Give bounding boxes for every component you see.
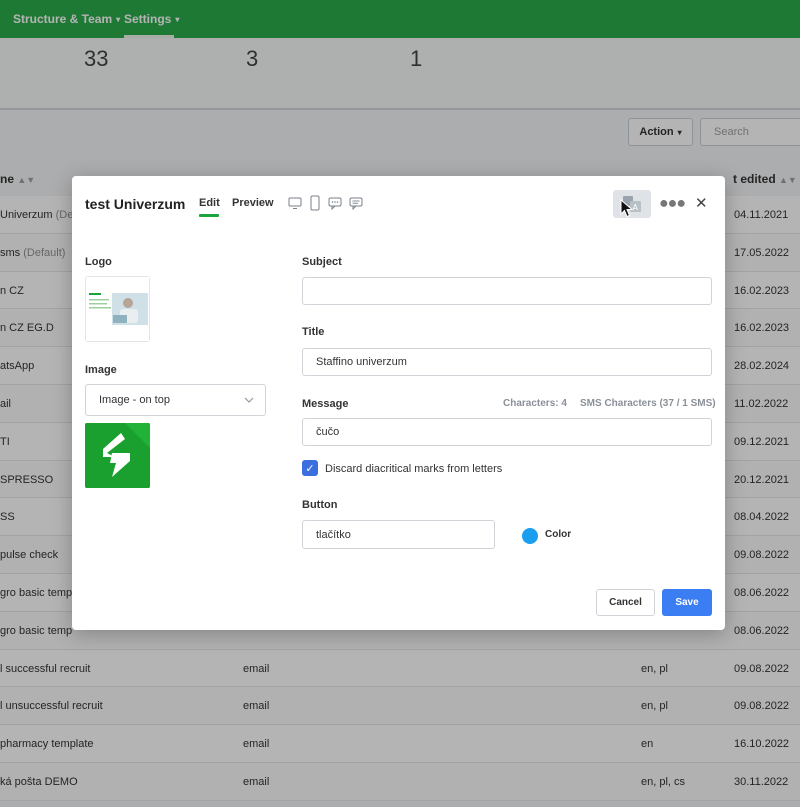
desktop-icon[interactable] — [288, 197, 302, 210]
more-options-icon[interactable]: ●●● — [659, 195, 686, 213]
color-swatch[interactable] — [522, 528, 538, 544]
button-text-value: tlačítko — [316, 528, 351, 541]
mouse-cursor-icon — [620, 199, 634, 218]
button-text-input[interactable]: tlačítko — [302, 520, 495, 549]
logo-preview-image — [86, 277, 149, 341]
title-label: Title — [302, 326, 325, 338]
tab-edit[interactable]: Edit — [199, 197, 220, 209]
tab-preview[interactable]: Preview — [232, 197, 274, 209]
color-label[interactable]: Color — [545, 529, 571, 540]
logo-thumbnail[interactable] — [85, 276, 150, 342]
checkmark-icon: ✓ — [305, 462, 315, 475]
staffino-logo-image — [85, 423, 150, 488]
title-value: Staffino univerzum — [316, 356, 407, 368]
sms-characters-counter: SMS Characters (37 / 1 SMS) — [580, 398, 716, 409]
message-input[interactable]: čučo — [302, 418, 712, 446]
image-thumbnail[interactable] — [85, 423, 150, 488]
mobile-icon[interactable] — [310, 195, 320, 211]
discard-diacritics-checkbox[interactable]: ✓ — [302, 460, 318, 476]
close-icon[interactable]: ✕ — [695, 194, 708, 212]
characters-counter: Characters: 4 — [503, 398, 567, 409]
active-tab-indicator — [199, 214, 219, 217]
button-label: Button — [302, 499, 338, 511]
chat-message-icon[interactable] — [349, 197, 363, 210]
cancel-button[interactable]: Cancel — [596, 589, 655, 616]
sms-bubble-icon[interactable] — [328, 197, 342, 210]
image-label: Image — [85, 364, 117, 376]
logo-label: Logo — [85, 256, 112, 268]
edit-template-modal: test Univerzum Edit Preview A ●●● ✕ Logo — [72, 176, 725, 630]
message-value: čučo — [316, 426, 340, 438]
discard-diacritics-label[interactable]: Discard diacritical marks from letters — [325, 463, 502, 475]
modal-title: test Univerzum — [85, 196, 186, 212]
title-input[interactable]: Staffino univerzum — [302, 348, 712, 376]
subject-input[interactable] — [302, 277, 712, 305]
image-select-value: Image - on top — [99, 394, 170, 406]
chevron-down-icon — [244, 397, 254, 403]
image-position-select[interactable]: Image - on top — [85, 384, 266, 416]
subject-label: Subject — [302, 256, 342, 268]
save-button[interactable]: Save — [662, 589, 712, 616]
message-label: Message — [302, 398, 349, 410]
